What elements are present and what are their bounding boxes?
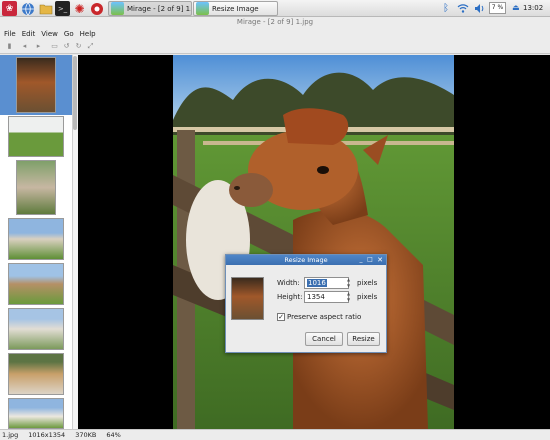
width-spin-arrows-icon[interactable]: ▲ ▼ xyxy=(345,277,352,289)
minimize-icon[interactable]: _ xyxy=(357,256,365,264)
thumbnails-icon[interactable]: ▮ xyxy=(5,42,14,51)
width-input[interactable]: 1016 xyxy=(304,277,349,289)
rotate-left-icon[interactable]: ↺ xyxy=(62,42,71,51)
window-title: Mirage - [2 of 9] 1.jpg xyxy=(0,17,550,28)
thumbnail-pane[interactable] xyxy=(0,55,78,429)
resize-button[interactable]: Resize xyxy=(347,332,380,346)
width-label: Width: xyxy=(277,279,300,287)
fullscreen-icon[interactable]: ⤢ xyxy=(86,42,95,51)
wolfram-icon[interactable] xyxy=(89,1,104,16)
status-bar: 1.jpg 1016x1354 370KB 64% xyxy=(0,429,550,440)
thumbnail-4[interactable] xyxy=(8,218,64,260)
thumbnail-1[interactable] xyxy=(16,57,56,113)
height-spin-arrows-icon[interactable]: ▲ ▼ xyxy=(345,291,352,303)
keyboard-indicator[interactable]: 7 % xyxy=(489,2,506,14)
clock[interactable]: 13:02 xyxy=(523,3,549,14)
menu-view[interactable]: View xyxy=(41,28,58,40)
task-label: Mirage - [2 of 9] 1.jpg xyxy=(127,4,192,13)
thumbnail-2[interactable] xyxy=(8,116,64,157)
thumbnail-7[interactable] xyxy=(8,353,64,395)
menu-bar: File Edit View Go Help xyxy=(0,28,550,40)
thumbnail-6[interactable] xyxy=(8,308,64,350)
task-label: Resize Image xyxy=(212,4,259,13)
image-preview xyxy=(231,277,264,320)
height-input[interactable]: 1354 xyxy=(304,291,349,303)
wifi-icon[interactable] xyxy=(457,2,469,15)
raspberry-menu-icon[interactable]: ❀ xyxy=(2,1,17,16)
dialog-title: Resize Image xyxy=(284,256,328,264)
file-manager-icon[interactable] xyxy=(38,1,53,16)
height-label: Height: xyxy=(277,293,303,301)
mathematica-icon[interactable]: ✺ xyxy=(72,1,87,16)
status-zoom: 64% xyxy=(106,431,121,439)
preserve-aspect-label: Preserve aspect ratio xyxy=(287,313,362,321)
resize-image-dialog: Resize Image _ □ ✕ Width: 1016 ▲ ▼ pixels… xyxy=(225,254,387,353)
menu-file[interactable]: File xyxy=(4,28,16,40)
status-dimensions: 1016x1354 xyxy=(28,431,66,439)
terminal-icon[interactable]: >_ xyxy=(55,1,70,16)
maximize-icon[interactable]: □ xyxy=(366,256,374,264)
eject-icon[interactable]: ⏏ xyxy=(512,2,520,14)
mirage-app-icon xyxy=(196,2,209,15)
menu-edit[interactable]: Edit xyxy=(22,28,36,40)
thumbnail-8[interactable] xyxy=(8,398,64,429)
mirage-app-icon xyxy=(111,2,124,15)
volume-icon[interactable] xyxy=(474,3,485,14)
taskbar-task-resize-image[interactable]: Resize Image xyxy=(193,1,278,16)
preserve-aspect-checkbox[interactable]: ✓ xyxy=(277,313,285,321)
zoom-fit-icon[interactable]: ▭ xyxy=(50,42,59,51)
scrollbar-thumb[interactable] xyxy=(73,56,77,130)
taskbar-task-mirage[interactable]: Mirage - [2 of 9] 1.jpg xyxy=(108,1,192,16)
back-icon[interactable]: ◂ xyxy=(20,42,29,51)
thumbnail-5[interactable] xyxy=(8,263,64,305)
menu-help[interactable]: Help xyxy=(80,28,96,40)
thumbnail-3[interactable] xyxy=(16,160,56,215)
taskbar: ❀ >_ ✺ Mirage - [2 of 9] 1.jpg Resize Im… xyxy=(0,0,550,17)
cancel-button[interactable]: Cancel xyxy=(305,332,343,346)
close-icon[interactable]: ✕ xyxy=(376,256,384,264)
status-filename: 1.jpg xyxy=(2,431,19,439)
bluetooth-icon[interactable]: ᛒ xyxy=(443,2,451,15)
width-value: 1016 xyxy=(307,279,327,287)
toolbar: ▮ ◂ ▸ ▭ ↺ ↻ ⤢ xyxy=(0,40,550,54)
menu-go[interactable]: Go xyxy=(64,28,74,40)
main-photo xyxy=(173,55,454,429)
height-unit: pixels xyxy=(357,293,378,301)
width-unit: pixels xyxy=(357,279,378,287)
forward-icon[interactable]: ▸ xyxy=(34,42,43,51)
rotate-right-icon[interactable]: ↻ xyxy=(74,42,83,51)
status-filesize: 370KB xyxy=(75,431,97,439)
web-browser-icon[interactable] xyxy=(20,1,35,16)
